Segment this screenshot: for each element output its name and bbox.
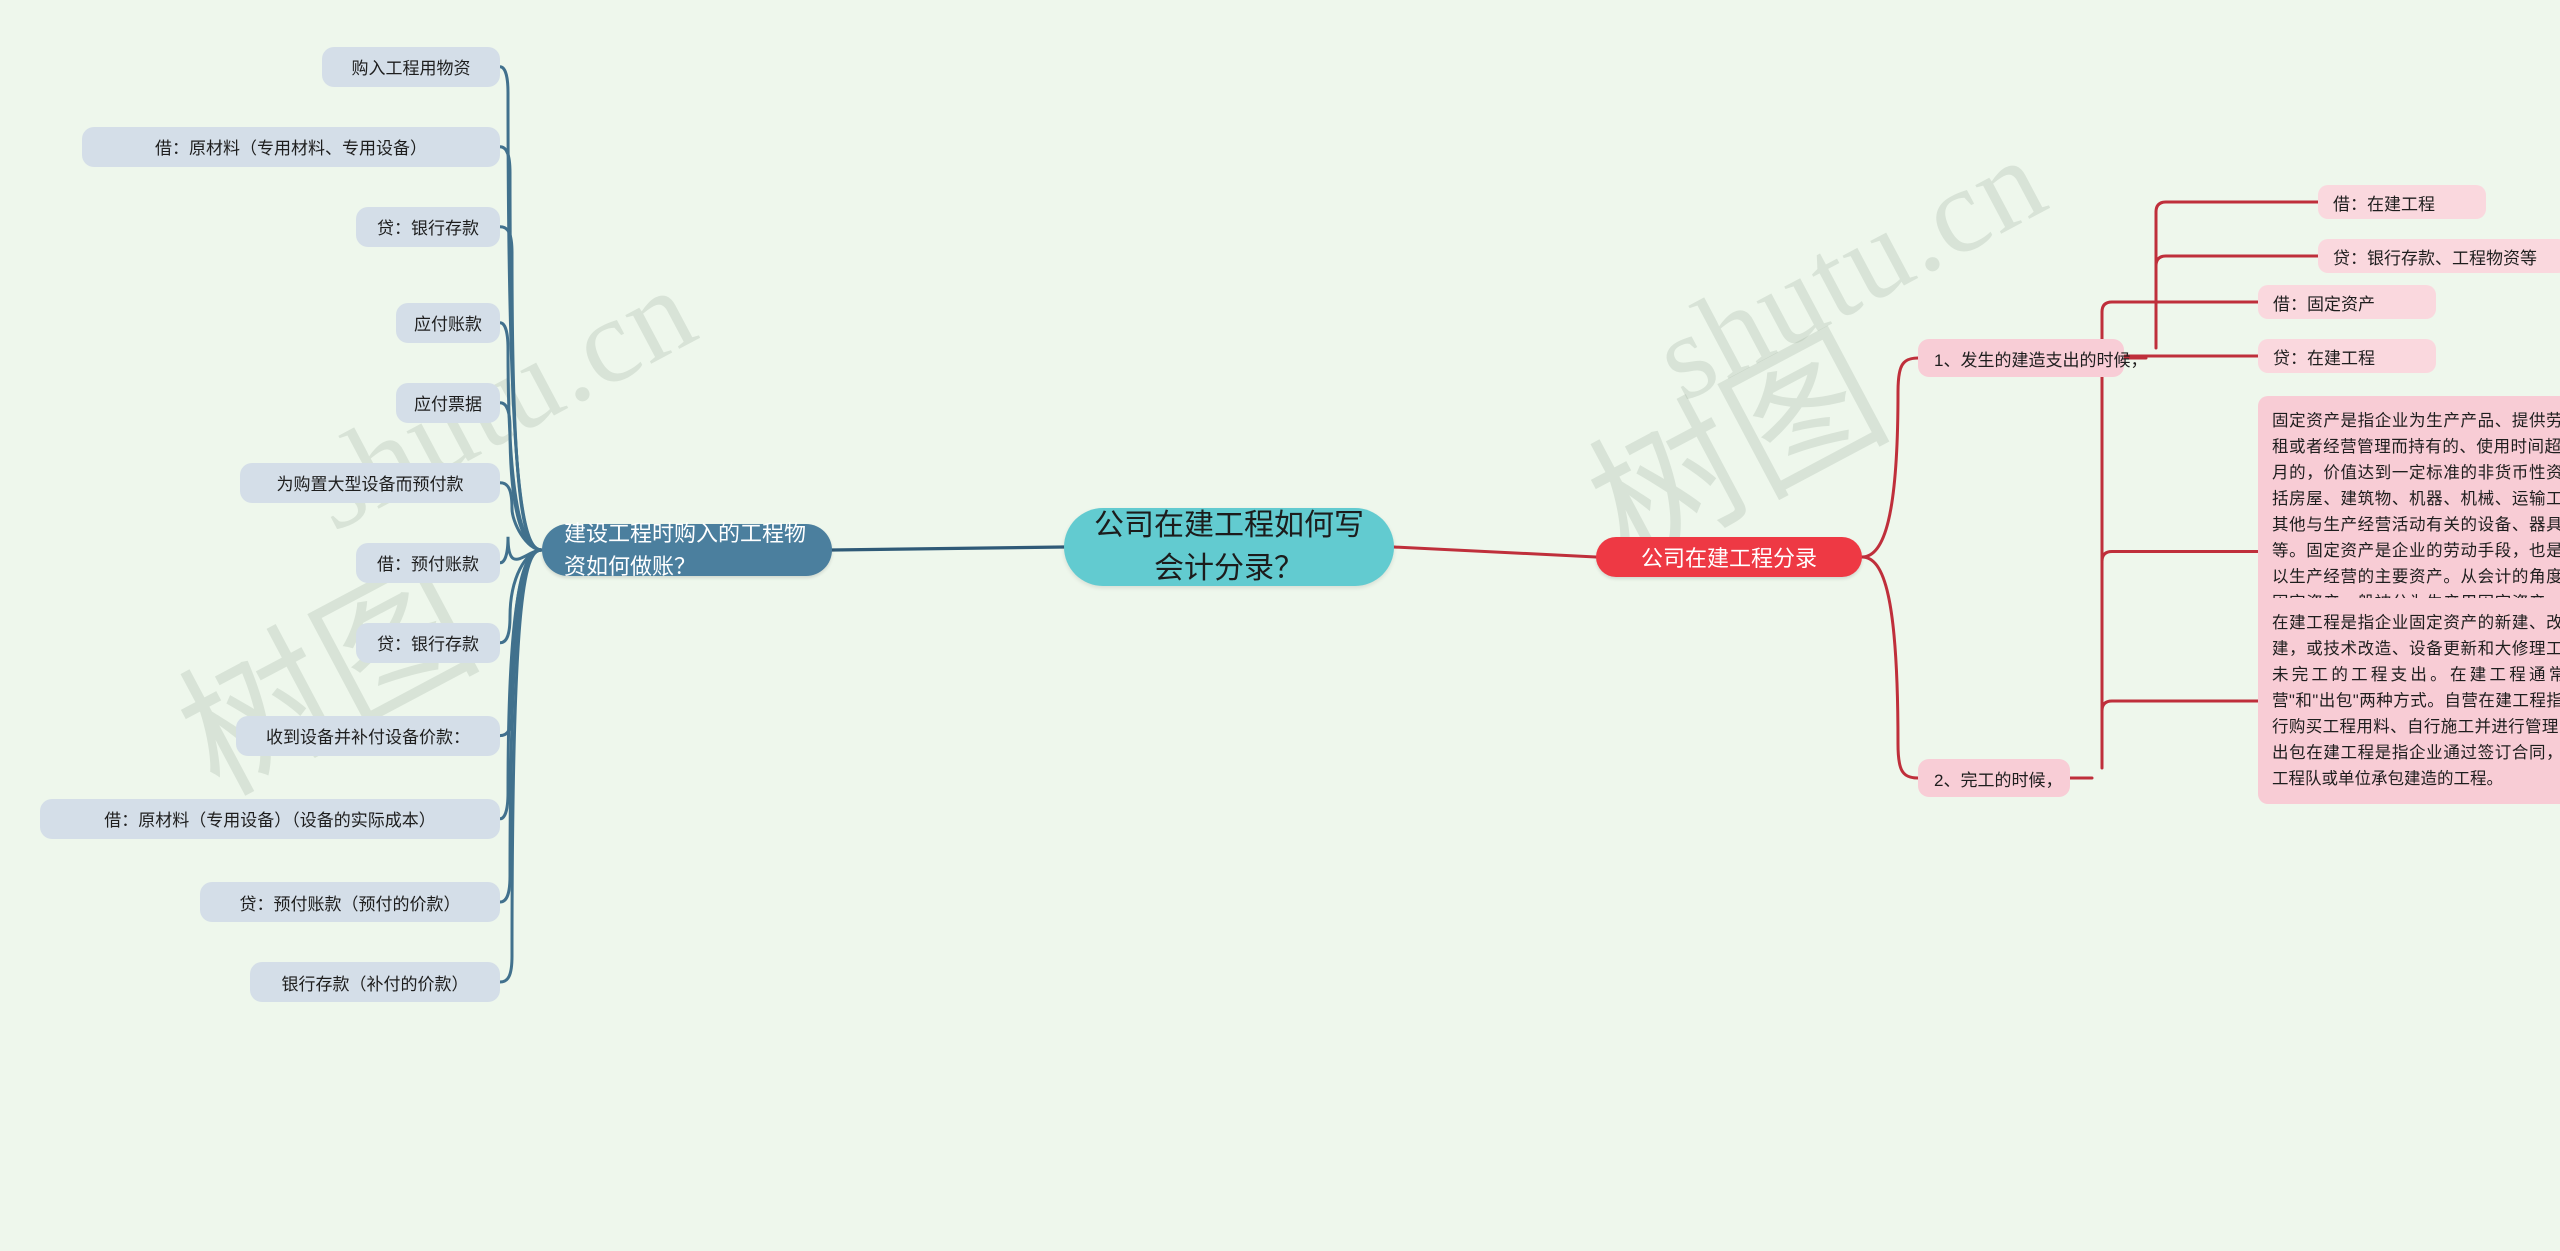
- list-item[interactable]: 贷：预付账款（预付的价款）: [200, 882, 500, 922]
- list-item[interactable]: 购入工程用物资: [322, 46, 500, 87]
- list-item[interactable]: 银行存款（补付的价款）: [250, 962, 500, 1002]
- list-item[interactable]: 贷：银行存款: [356, 206, 500, 247]
- right-group-2-node[interactable]: 2、完工的时候，: [1918, 759, 2070, 797]
- list-item[interactable]: 应付账款: [396, 302, 500, 343]
- right-group-1-node[interactable]: 1、发生的建造支出的时候，: [1918, 339, 2147, 377]
- info-paragraph-construction-in-progress[interactable]: 在建工程是指企业固定资产的新建、改建、扩建，或技术改造、设备更新和大修理工程等尚…: [2258, 598, 2560, 805]
- list-item[interactable]: 贷：银行存款: [356, 622, 500, 663]
- list-item[interactable]: 应付票据: [396, 382, 500, 423]
- right-branch-node[interactable]: 公司在建工程分录: [1596, 537, 1862, 577]
- list-item[interactable]: 借：在建工程: [2318, 185, 2486, 219]
- list-item[interactable]: 借：原材料（专用设备）（设备的实际成本）: [40, 798, 500, 839]
- list-item[interactable]: 为购置大型设备而预付款: [240, 462, 500, 503]
- list-item[interactable]: 贷：在建工程: [2258, 339, 2436, 373]
- list-item[interactable]: 借：原材料（专用材料、专用设备）: [82, 126, 500, 167]
- list-item[interactable]: 收到设备并补付设备价款：: [236, 715, 500, 756]
- list-item[interactable]: 借：固定资产: [2258, 285, 2436, 319]
- mindmap-canvas: shutu.cn shutu.cn 树图 树图 购入工程用物资 借：原材料（专用…: [0, 0, 2560, 1251]
- list-item[interactable]: 贷：银行存款、工程物资等: [2318, 239, 2560, 273]
- watermark-shutu-right-top: shutu.cn: [1633, 111, 2066, 426]
- list-item[interactable]: 借：预付账款: [356, 542, 500, 583]
- left-branch-node[interactable]: 建设工程时购入的工程物资如何做账？: [542, 521, 832, 579]
- root-node[interactable]: 公司在建工程如何写会计分录？: [1064, 508, 1394, 586]
